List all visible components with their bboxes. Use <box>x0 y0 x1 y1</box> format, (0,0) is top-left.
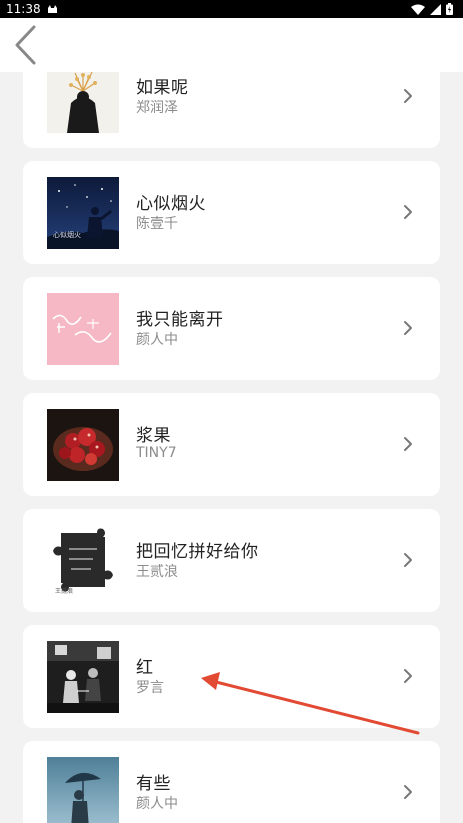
album-cover: 心似烟火 <box>47 177 119 249</box>
song-list: 如果呢 郑润泽 心似烟火 心似烟火 陈壹千 我只能离开 颜人中 浆果 TINY7… <box>0 72 463 823</box>
song-card[interactable]: 王贰浪 把回忆拼好给你 王贰浪 <box>23 509 440 612</box>
wifi-icon <box>411 4 425 15</box>
song-card[interactable]: 浆果 TINY7 <box>23 393 440 496</box>
chevron-right-icon <box>404 553 412 567</box>
song-artist: 颜人中 <box>136 796 178 812</box>
chevron-right-icon <box>404 785 412 799</box>
song-artist: 郑润泽 <box>136 100 178 116</box>
album-cover <box>47 293 119 365</box>
svg-text:王贰浪: 王贰浪 <box>55 587 73 595</box>
song-artist: 王贰浪 <box>136 564 178 580</box>
song-title: 红 <box>136 658 154 678</box>
chevron-right-icon <box>404 89 412 103</box>
album-cover <box>47 409 119 481</box>
svg-text:心似烟火: 心似烟火 <box>53 230 81 239</box>
song-title: 心似烟火 <box>136 194 206 214</box>
status-time: 11:38 <box>6 2 41 16</box>
chevron-right-icon <box>404 669 412 683</box>
back-button[interactable] <box>8 23 42 67</box>
album-cover <box>47 72 119 133</box>
song-card[interactable]: 红 罗言 <box>23 625 440 728</box>
chevron-right-icon <box>404 437 412 451</box>
song-card[interactable]: 如果呢 郑润泽 <box>23 72 440 148</box>
album-cover: 王贰浪 <box>47 525 119 597</box>
notification-icon <box>47 5 57 13</box>
song-artist: 罗言 <box>136 680 164 696</box>
song-card[interactable]: 心似烟火 心似烟火 陈壹千 <box>23 161 440 264</box>
album-cover <box>47 641 119 713</box>
song-title: 我只能离开 <box>136 310 224 330</box>
battery-icon <box>446 3 453 15</box>
song-card[interactable]: 有些 颜人中 <box>23 741 440 823</box>
back-arrow-icon <box>15 25 36 65</box>
chevron-right-icon <box>404 205 412 219</box>
song-title: 把回忆拼好给你 <box>136 542 259 562</box>
song-card[interactable]: 我只能离开 颜人中 <box>23 277 440 380</box>
song-artist: 陈壹千 <box>136 216 178 232</box>
song-title: 如果呢 <box>136 78 189 98</box>
song-artist: TINY7 <box>136 445 177 461</box>
signal-icon <box>430 3 441 15</box>
song-title: 浆果 <box>136 426 171 446</box>
song-artist: 颜人中 <box>136 332 178 348</box>
status-bar: 11:38 <box>0 0 463 18</box>
album-cover <box>47 757 119 823</box>
song-title: 有些 <box>136 774 171 794</box>
app-bar <box>0 18 463 72</box>
chevron-right-icon <box>404 321 412 335</box>
